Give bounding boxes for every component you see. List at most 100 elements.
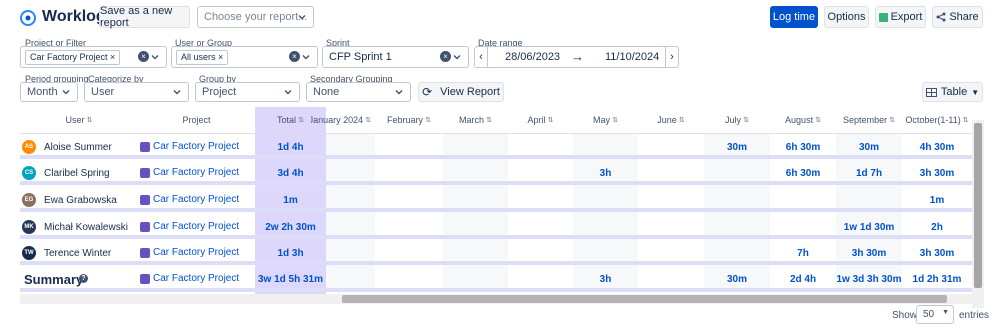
page-header: Worklogs Save as a new report Choose you… — [0, 0, 999, 34]
column-header-april[interactable]: April ⇅ — [508, 107, 573, 134]
options-button[interactable]: Options — [824, 6, 869, 28]
horizontal-scrollbar[interactable] — [20, 294, 972, 304]
view-report-button[interactable]: ⟳ View Report — [418, 82, 504, 102]
share-icon — [936, 12, 946, 22]
report-select-placeholder: Choose your report... — [204, 11, 308, 23]
column-header-user[interactable]: User ⇅ — [20, 107, 138, 134]
project-link[interactable]: Car Factory Project — [153, 273, 239, 284]
worklogs-logo-icon — [20, 10, 36, 26]
row-progress-bar — [20, 261, 972, 265]
sort-icon: ⇅ — [547, 117, 554, 124]
log-time-button[interactable]: Log time — [770, 6, 818, 28]
chevron-down-icon — [395, 90, 403, 95]
sort-icon: ⇅ — [889, 117, 895, 124]
date-to[interactable]: 11/10/2024 — [605, 51, 659, 63]
project-filter-field[interactable]: Car Factory Project × × — [20, 46, 167, 68]
worklogs-table: User ⇅ Project Total ⇅ January 2024 ⇅ Febru… — [20, 107, 985, 295]
help-icon[interactable]: ? — [79, 274, 88, 283]
column-header-label: July — [725, 115, 742, 125]
column-header-march[interactable]: March ⇅ — [443, 107, 508, 134]
avatar: AS — [22, 140, 36, 154]
column-header-label: September — [843, 115, 888, 125]
sort-icon: ⇅ — [365, 117, 371, 124]
project-link[interactable]: Car Factory Project — [153, 167, 239, 178]
chevron-down-icon — [173, 90, 181, 95]
column-header-january[interactable]: January 2024 ⇅ — [311, 107, 375, 134]
clear-icon[interactable]: × — [440, 51, 451, 62]
row-progress-bar — [20, 208, 972, 212]
sort-icon: ⇅ — [486, 117, 492, 124]
view-report-label: View Report — [440, 86, 500, 98]
project-link[interactable]: Car Factory Project — [153, 221, 239, 232]
column-header-project[interactable]: Project — [138, 107, 255, 134]
column-header-february[interactable]: February ⇅ — [375, 107, 443, 134]
vertical-scrollbar[interactable] — [972, 120, 984, 308]
project-link[interactable]: Car Factory Project — [153, 247, 239, 258]
row-progress-bar — [20, 155, 972, 159]
report-select[interactable]: Choose your report... — [197, 6, 314, 28]
clear-icon[interactable]: × — [289, 51, 300, 62]
sort-icon: ⇅ — [743, 117, 749, 124]
prev-period-icon[interactable]: ‹ — [475, 47, 488, 67]
chevron-down-icon — [151, 55, 159, 60]
sprint-filter-field[interactable]: CFP Sprint 1 × — [322, 46, 469, 68]
sort-icon: ⇅ — [962, 117, 969, 124]
avatar: EG — [22, 193, 36, 207]
row-progress-bar — [20, 235, 972, 239]
column-header-label: February — [387, 115, 424, 125]
date-from[interactable]: 28/06/2023 — [505, 51, 560, 63]
column-header-june[interactable]: June ⇅ — [638, 107, 704, 134]
project-icon — [140, 274, 150, 284]
share-label: Share — [949, 11, 979, 23]
column-header-august[interactable]: August ⇅ — [770, 107, 836, 134]
sprint-value: CFP Sprint 1 — [329, 51, 392, 63]
period-grouping-select[interactable]: Month — [20, 82, 78, 102]
arrow-right-icon: → — [571, 49, 584, 64]
sort-icon: ⇅ — [612, 117, 618, 124]
refresh-icon: ⟳ — [422, 85, 433, 99]
export-icon — [878, 12, 888, 22]
project-icon — [140, 195, 150, 205]
project-link[interactable]: Car Factory Project — [153, 194, 239, 205]
project-icon — [140, 222, 150, 232]
chevron-down-icon — [298, 15, 306, 20]
chevron-down-icon — [284, 90, 292, 95]
project-icon — [140, 248, 150, 258]
view-mode-select[interactable]: Table ▼ — [922, 82, 983, 102]
column-header-label: March — [459, 115, 485, 125]
table-icon — [925, 87, 937, 97]
user-tag[interactable]: All users × — [176, 50, 229, 65]
export-button[interactable]: Export — [875, 6, 926, 28]
project-tag[interactable]: Car Factory Project × — [25, 50, 121, 65]
horizontal-scroll-thumb[interactable] — [342, 295, 947, 303]
page-size-select[interactable]: 50 ▼ — [916, 305, 954, 324]
secondary-grouping-select[interactable]: None — [306, 82, 411, 102]
chevron-down-icon — [62, 90, 70, 95]
project-icon — [140, 168, 150, 178]
user-filter-field[interactable]: All users × × — [171, 46, 318, 68]
column-header-october[interactable]: October(1-11) ⇅ — [902, 107, 972, 134]
column-header-may[interactable]: May ⇅ — [573, 107, 638, 134]
share-button[interactable]: Share — [932, 6, 983, 28]
vertical-scroll-thumb[interactable] — [974, 123, 982, 288]
column-header-september[interactable]: September ⇅ — [836, 107, 902, 134]
entries-label: entries — [959, 310, 990, 321]
user-tag-label: All users — [181, 52, 216, 62]
column-header-label: Total — [277, 115, 297, 125]
sort-icon: ⇅ — [678, 117, 685, 124]
column-header-label: January 2024 — [311, 115, 364, 125]
group-by-select[interactable]: Project — [195, 82, 300, 102]
date-range-field[interactable]: ‹ 28/06/2023 → 11/10/2024 › — [474, 46, 679, 68]
save-as-new-report-button[interactable]: Save as a new report — [99, 5, 190, 29]
clear-icon[interactable]: × — [138, 51, 149, 62]
project-link[interactable]: Car Factory Project — [153, 141, 239, 152]
column-header-label: April — [527, 115, 546, 125]
column-header-july[interactable]: July ⇅ — [704, 107, 770, 134]
column-header-label: October(1-11) — [905, 115, 961, 125]
sort-icon: ⇅ — [425, 117, 431, 124]
group-by-value: Project — [202, 86, 237, 98]
period-grouping-value: Month — [27, 86, 58, 98]
categorize-by-select[interactable]: User — [84, 82, 189, 102]
chevron-down-icon — [302, 55, 310, 60]
next-period-icon[interactable]: › — [665, 47, 678, 67]
